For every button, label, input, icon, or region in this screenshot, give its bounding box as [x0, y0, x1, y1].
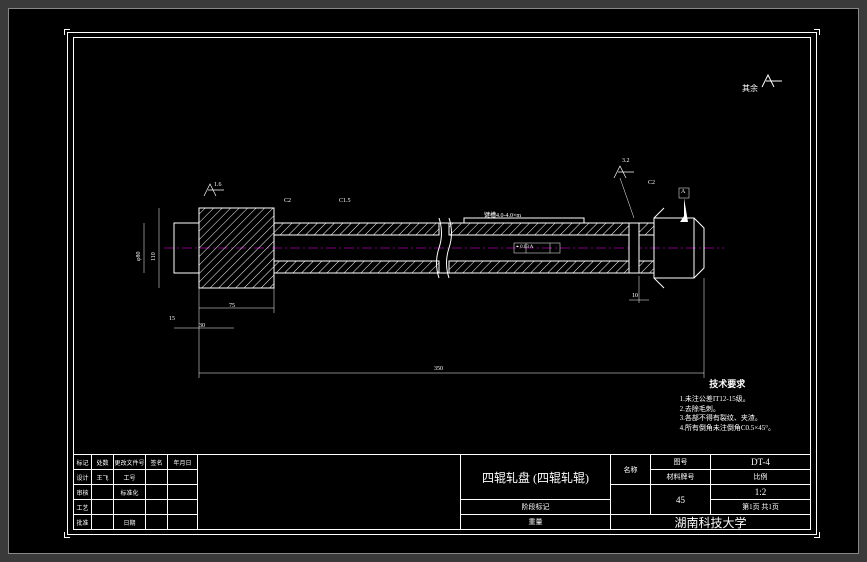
- rev-r4c1: 批准: [74, 515, 92, 530]
- surface-finish-label: 其余: [742, 84, 758, 93]
- rev-h4: 签名: [146, 455, 168, 470]
- dim-keyway: 键槽4.0-4.0×m: [484, 210, 521, 219]
- tech-req-1: 1.未注公差IT12-15级。: [680, 395, 775, 405]
- part-name: 四辊轧盘 (四辊轧辊): [461, 455, 611, 500]
- no-label: 图号: [651, 455, 711, 470]
- tech-req-title: 技术要求: [680, 378, 775, 391]
- material-label-cell: [611, 485, 651, 515]
- rev-r3c5: [168, 500, 198, 515]
- tech-req-4: 4.所有倒角未注倒角C0.5×45°。: [680, 424, 775, 434]
- datum-a: A: [681, 189, 685, 195]
- scale-label: 比例: [711, 470, 811, 485]
- rev-r1c3: 工号: [114, 470, 146, 485]
- institution: 湖南科技大学: [611, 515, 811, 530]
- rev-r4c3: 日期: [114, 515, 146, 530]
- rev-r1c1: 设计: [74, 470, 92, 485]
- surface-finish-symbol-icon: [760, 73, 790, 91]
- dim-d2: φ80: [136, 252, 142, 261]
- rev-r2c2: [92, 485, 114, 500]
- cad-canvas: 其余: [8, 8, 859, 554]
- corner-mark-bl: [64, 532, 70, 538]
- sheet-info: 第1页 共1页: [711, 500, 811, 515]
- rev-r4c4: [146, 515, 168, 530]
- technical-requirements: 技术要求 1.未注公差IT12-15级。 2.去除毛刺。 3.各部不得有裂纹、夹…: [680, 378, 775, 434]
- gdtol: ⌖ 0.03 A: [516, 244, 533, 250]
- rev-h1: 标记: [74, 455, 92, 470]
- dim-len2: 30: [199, 323, 205, 329]
- shaft-drawing: 75 30 350 15 110 φ80 键槽4.0-4.0×m C2 C1.5…: [174, 188, 714, 368]
- surface-finish-general: 其余: [742, 73, 790, 94]
- rev-r4c5: [168, 515, 198, 530]
- sheets-total: 共1页: [761, 502, 779, 512]
- rev-r2c4: [146, 485, 168, 500]
- revision-block: 标记 处数 更改文件号 签名 年月日 设计 王飞 工号 审核 标准化 工艺 批准…: [74, 454, 460, 529]
- material: 45: [651, 485, 711, 515]
- dim-len1: 75: [229, 303, 235, 309]
- drawing-no: DT-4: [711, 455, 811, 470]
- scale: 1:2: [711, 485, 811, 500]
- rev-r4c2: [92, 515, 114, 530]
- shaft-svg: [174, 188, 714, 368]
- dim-c2b: C2: [648, 180, 655, 186]
- name-label: 名称: [611, 455, 651, 485]
- surf-ra1: 1.6: [214, 182, 222, 188]
- corner-mark-tr: [814, 29, 820, 35]
- tech-req-3: 3.各部不得有裂纹、夹渣。: [680, 414, 775, 424]
- drawing-frame-inner: 其余: [73, 37, 811, 530]
- corner-mark-br: [814, 532, 820, 538]
- dim-len3: 15: [169, 316, 175, 322]
- dim-c2: C2: [284, 198, 291, 204]
- rev-r3c2: [92, 500, 114, 515]
- sheet: 第1页: [742, 502, 760, 512]
- rev-r2c5: [168, 485, 198, 500]
- dim-len4: 10: [632, 293, 638, 299]
- rev-r3c3: [114, 500, 146, 515]
- dim-c15: C1.5: [339, 198, 351, 204]
- title-block: 四辊轧盘 (四辊轧辊) 名称 图号 DT-4 材料牌号 比例 45 1:2 阶段…: [460, 454, 810, 529]
- surf-ra2: 3.2: [622, 158, 630, 164]
- rev-r1c2: 王飞: [92, 470, 114, 485]
- rev-r2c3: 标准化: [114, 485, 146, 500]
- dim-d1: 110: [151, 252, 157, 261]
- rev-h3: 更改文件号: [114, 455, 146, 470]
- mass-label: 重量: [461, 515, 611, 530]
- dim-total: 350: [434, 366, 443, 372]
- rev-h2: 处数: [92, 455, 114, 470]
- rev-r3c1: 工艺: [74, 500, 92, 515]
- rev-r2c1: 审核: [74, 485, 92, 500]
- rev-r3c4: [146, 500, 168, 515]
- mat-label: 材料牌号: [651, 470, 711, 485]
- rev-h5: 年月日: [168, 455, 198, 470]
- corner-mark-tl: [64, 29, 70, 35]
- rev-r1c5: [168, 470, 198, 485]
- tech-req-2: 2.去除毛刺。: [680, 405, 775, 415]
- rev-r1c4: [146, 470, 168, 485]
- stage-label: 阶段标记: [461, 500, 611, 515]
